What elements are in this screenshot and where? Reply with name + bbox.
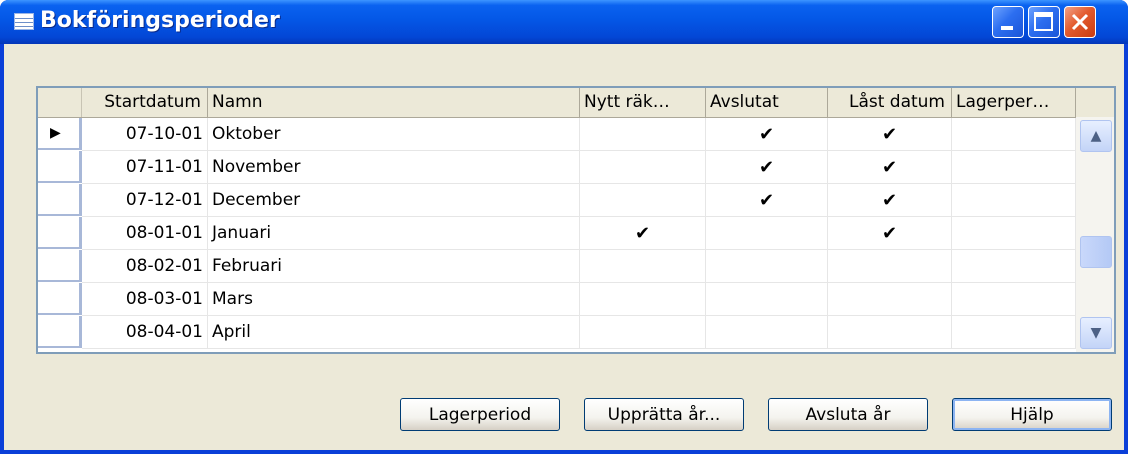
hjalp-button[interactable]: Hjälp — [952, 398, 1112, 431]
cell-startdatum[interactable]: 08-03-01 — [82, 283, 208, 316]
maximize-button[interactable] — [1028, 6, 1060, 38]
close-icon — [1071, 13, 1089, 31]
cell-startdatum[interactable]: 08-02-01 — [82, 250, 208, 283]
dialog-client-area: Startdatum Namn Nytt räk… Avslutat Låst … — [4, 44, 1124, 450]
cell-nytt-rakenskapsar[interactable] — [580, 250, 706, 283]
lagerperiod-button[interactable]: Lagerperiod — [400, 398, 560, 431]
table-row[interactable]: 08-04-01 April — [38, 316, 1076, 349]
table-icon — [14, 13, 34, 30]
window: Bokföringsperioder Startdatum Namn Nytt — [0, 0, 1128, 454]
cell-startdatum[interactable]: 07-12-01 — [82, 184, 208, 217]
cell-namn[interactable]: Mars — [208, 283, 580, 316]
header-corner — [38, 88, 82, 117]
header-nytt-rakenskapsar[interactable]: Nytt räk… — [580, 88, 706, 117]
table-row[interactable]: ▶ 07-10-01 Oktober ✔ ✔ — [38, 118, 1076, 151]
play-icon: ▶ — [50, 125, 61, 141]
table-row[interactable]: 08-03-01 Mars — [38, 283, 1076, 316]
cell-last-datum[interactable]: ✔ — [828, 151, 952, 184]
cell-startdatum[interactable]: 08-04-01 — [82, 316, 208, 349]
table-row[interactable]: 07-11-01 November ✔ ✔ — [38, 151, 1076, 184]
uppratta-ar-button[interactable]: Upprätta år... — [584, 398, 744, 431]
chevron-up-icon: ▲ — [1090, 128, 1102, 144]
cell-avslutat[interactable] — [706, 283, 828, 316]
cell-lagerperiod[interactable] — [952, 118, 1076, 151]
cell-nytt-rakenskapsar[interactable] — [580, 151, 706, 184]
title-bar[interactable]: Bokföringsperioder — [0, 0, 1128, 44]
scroll-thumb[interactable] — [1080, 236, 1112, 268]
cell-avslutat[interactable] — [706, 316, 828, 349]
vertical-scrollbar[interactable]: ▲ ▼ — [1076, 117, 1114, 352]
row-selector[interactable] — [38, 151, 82, 183]
row-selector[interactable] — [38, 217, 82, 249]
cell-avslutat[interactable] — [706, 217, 828, 250]
cell-namn[interactable]: December — [208, 184, 580, 217]
scroll-up-button[interactable]: ▲ — [1080, 120, 1112, 152]
cell-nytt-rakenskapsar[interactable] — [580, 283, 706, 316]
cell-avslutat[interactable] — [706, 250, 828, 283]
periods-table: Startdatum Namn Nytt räk… Avslutat Låst … — [36, 86, 1116, 354]
header-startdatum[interactable]: Startdatum — [82, 88, 208, 117]
cell-lagerperiod[interactable] — [952, 316, 1076, 349]
cell-startdatum[interactable]: 07-10-01 — [82, 118, 208, 151]
header-last-datum[interactable]: Låst datum — [828, 88, 952, 117]
cell-nytt-rakenskapsar[interactable]: ✔ — [580, 217, 706, 250]
avsluta-ar-button[interactable]: Avsluta år — [768, 398, 928, 431]
cell-avslutat[interactable]: ✔ — [706, 151, 828, 184]
table-header: Startdatum Namn Nytt räk… Avslutat Låst … — [38, 88, 1114, 118]
cell-last-datum[interactable]: ✔ — [828, 118, 952, 151]
chevron-down-icon: ▼ — [1090, 325, 1102, 341]
minimize-icon — [1001, 26, 1013, 30]
lagerperiod-button-label: Lagerperiod — [428, 404, 532, 425]
cell-lagerperiod[interactable] — [952, 217, 1076, 250]
cell-namn[interactable]: Oktober — [208, 118, 580, 151]
cell-lagerperiod[interactable] — [952, 151, 1076, 184]
scroll-down-button[interactable]: ▼ — [1080, 317, 1112, 349]
cell-nytt-rakenskapsar[interactable] — [580, 118, 706, 151]
table-row[interactable]: 08-01-01 Januari ✔ ✔ — [38, 217, 1076, 250]
avsluta-ar-button-label: Avsluta år — [805, 404, 891, 425]
cell-namn[interactable]: Februari — [208, 250, 580, 283]
maximize-icon — [1034, 12, 1053, 31]
cell-lagerperiod[interactable] — [952, 184, 1076, 217]
cell-nytt-rakenskapsar[interactable] — [580, 316, 706, 349]
window-title: Bokföringsperioder — [40, 8, 280, 33]
close-button[interactable] — [1064, 6, 1096, 38]
cell-last-datum[interactable] — [828, 283, 952, 316]
cell-nytt-rakenskapsar[interactable] — [580, 184, 706, 217]
cell-startdatum[interactable]: 08-01-01 — [82, 217, 208, 250]
table-row[interactable]: 08-02-01 Februari — [38, 250, 1076, 283]
minimize-button[interactable] — [992, 6, 1024, 38]
cell-last-datum[interactable] — [828, 250, 952, 283]
cell-avslutat[interactable]: ✔ — [706, 184, 828, 217]
hjalp-button-label: Hjälp — [1010, 404, 1054, 425]
uppratta-ar-button-label: Upprätta år... — [607, 404, 721, 425]
cell-last-datum[interactable]: ✔ — [828, 184, 952, 217]
row-selector[interactable] — [38, 283, 82, 315]
header-namn[interactable]: Namn — [208, 88, 580, 117]
cell-namn[interactable]: November — [208, 151, 580, 184]
table-row[interactable]: 07-12-01 December ✔ ✔ — [38, 184, 1076, 217]
cell-startdatum[interactable]: 07-11-01 — [82, 151, 208, 184]
cell-namn[interactable]: Januari — [208, 217, 580, 250]
cell-lagerperiod[interactable] — [952, 250, 1076, 283]
cell-avslutat[interactable]: ✔ — [706, 118, 828, 151]
cell-last-datum[interactable]: ✔ — [828, 217, 952, 250]
header-avslutat[interactable]: Avslutat — [706, 88, 828, 117]
cell-last-datum[interactable] — [828, 316, 952, 349]
cell-namn[interactable]: April — [208, 316, 580, 349]
row-selector[interactable]: ▶ — [38, 118, 82, 150]
row-selector[interactable] — [38, 250, 82, 282]
header-lagerperiod[interactable]: Lagerper… — [952, 88, 1076, 117]
row-selector[interactable] — [38, 316, 82, 348]
row-selector[interactable] — [38, 184, 82, 216]
cell-lagerperiod[interactable] — [952, 283, 1076, 316]
